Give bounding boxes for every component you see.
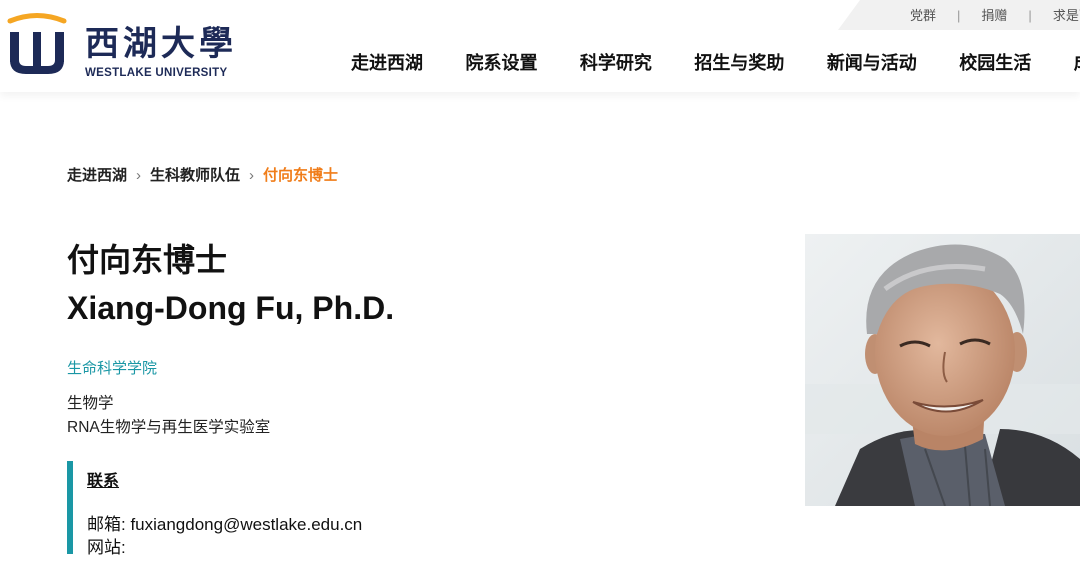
discipline: 生物学	[67, 395, 114, 412]
utility-link-donate[interactable]: 捐赠	[981, 5, 1007, 24]
lab-name: RNA生物学与再生医学实验室	[67, 419, 271, 436]
logo-english-name: WESTLAKE UNIVERSITY	[85, 67, 228, 79]
contact-heading: 联系	[87, 473, 120, 490]
contact-section: 联系 邮箱: fuxiangdong@westlake.edu.cn 网站:	[67, 461, 573, 557]
utility-links: 党群 | 捐赠 | 求是西	[910, 5, 1080, 25]
separator: |	[1028, 8, 1032, 23]
nav-item-research[interactable]: 科学研究	[580, 49, 652, 75]
research-field: 生物学 RNA生物学与再生医学实验室	[67, 392, 270, 440]
separator: |	[957, 8, 961, 23]
profile-name-english: Xiang-Dong Fu, Ph.D.	[67, 290, 395, 326]
main-nav: 走进西湖 院系设置 科学研究 招生与奖助 新闻与活动 校园生活 成	[351, 49, 1080, 73]
westlake-logo-icon	[7, 13, 67, 74]
site-header: 西湖大學 WESTLAKE UNIVERSITY 党群 | 捐赠 | 求是西 走进西湖 …	[0, 0, 1080, 92]
nav-item-about[interactable]: 走进西湖	[351, 49, 423, 75]
chevron-right-icon: ›	[249, 167, 255, 184]
chevron-right-icon: ›	[136, 167, 142, 184]
breadcrumb-item-about[interactable]: 走进西湖	[67, 167, 127, 184]
nav-item-more[interactable]: 成	[1074, 49, 1080, 75]
school-link[interactable]: 生命科学学院	[67, 357, 157, 378]
utility-link-qiushi[interactable]: 求是西	[1053, 5, 1080, 24]
website-line: 网站:	[87, 538, 126, 557]
nav-item-admissions[interactable]: 招生与奖助	[694, 49, 784, 75]
utility-link-party[interactable]: 党群	[910, 5, 936, 24]
email-line[interactable]: 邮箱: fuxiangdong@westlake.edu.cn	[87, 510, 362, 535]
portrait-image	[805, 234, 1080, 506]
site-logo[interactable]: 西湖大學 WESTLAKE UNIVERSITY	[4, 10, 233, 80]
nav-item-campus-life[interactable]: 校园生活	[959, 49, 1031, 75]
breadcrumb: 走进西湖 › 生科教师队伍 › 付向东博士	[67, 164, 338, 184]
profile-name-chinese: 付向东博士	[67, 242, 228, 278]
profile-photo	[805, 234, 1080, 506]
nav-item-news[interactable]: 新闻与活动	[827, 49, 917, 75]
logo-chinese-name: 西湖大學	[85, 24, 237, 64]
breadcrumb-item-faculty[interactable]: 生科教师队伍	[150, 167, 240, 184]
nav-item-schools[interactable]: 院系设置	[465, 49, 537, 75]
breadcrumb-current: 付向东博士	[263, 167, 339, 184]
